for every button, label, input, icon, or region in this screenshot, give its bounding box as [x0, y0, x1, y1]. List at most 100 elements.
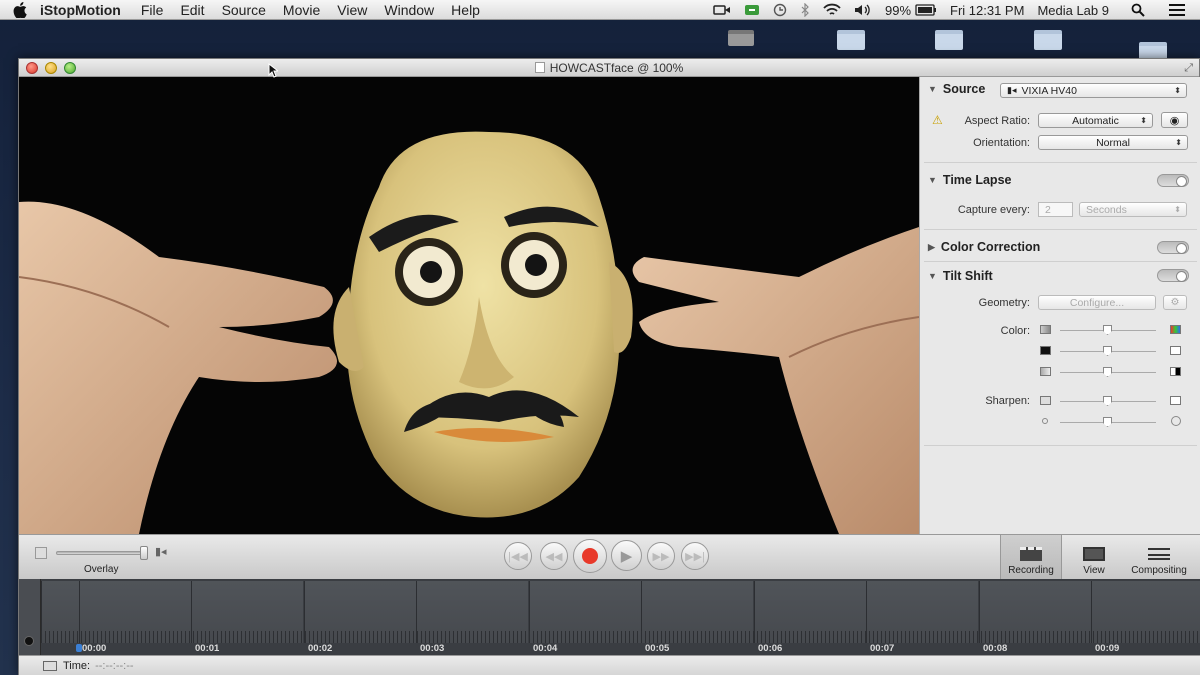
- disclosure-open-icon[interactable]: ▼: [928, 175, 937, 185]
- tilt-shift-section-header[interactable]: ▼ Tilt Shift: [928, 269, 993, 283]
- aspect-ratio-popup[interactable]: Automatic ⬍: [1038, 113, 1153, 128]
- capture-interval-field[interactable]: 2: [1038, 202, 1073, 217]
- menu-view[interactable]: View: [337, 2, 367, 18]
- record-button[interactable]: [573, 539, 607, 573]
- menu-edit[interactable]: Edit: [180, 2, 204, 18]
- tab-recording-label: Recording: [1008, 565, 1054, 576]
- light-swatch-icon: [1170, 346, 1181, 355]
- go-to-end-button[interactable]: ▶▶|: [681, 542, 709, 570]
- timeline-tick-label: 00:01: [195, 643, 220, 654]
- popup-arrows-icon: ⬍: [1174, 205, 1181, 214]
- minimize-button[interactable]: [45, 62, 57, 74]
- eye-icon: ◉: [1169, 114, 1180, 127]
- desktop-folder-icon[interactable]: [935, 30, 963, 50]
- tab-compositing-label: Compositing: [1131, 565, 1187, 576]
- fullscreen-icon[interactable]: ⤢: [1184, 62, 1193, 75]
- divider: [924, 162, 1197, 163]
- control-bar: ▮◂ Overlay |◀◀ ◀◀ ▶ ▶▶ ▶▶| Recording Vie…: [19, 534, 1200, 579]
- capture-unit-value: Seconds: [1086, 203, 1127, 216]
- orientation-popup[interactable]: Normal ⬍: [1038, 135, 1188, 150]
- configure-label: Configure...: [1069, 296, 1125, 309]
- slider-knob[interactable]: [1103, 346, 1112, 356]
- preview-eye-button[interactable]: ◉: [1161, 112, 1188, 128]
- disclosure-open-icon[interactable]: ▼: [928, 271, 937, 281]
- disclosure-open-icon[interactable]: ▼: [928, 84, 937, 94]
- sharpen-slider[interactable]: [1060, 396, 1156, 406]
- contrast-slider[interactable]: [1060, 367, 1156, 377]
- menu-clock[interactable]: Fri 12:31 PM: [950, 3, 1024, 18]
- timeline-tick-label: 00:04: [533, 643, 558, 654]
- battery-icon[interactable]: [915, 4, 937, 16]
- notification-list-icon[interactable]: [1168, 3, 1186, 17]
- play-button[interactable]: ▶: [611, 540, 642, 571]
- geometry-options-button[interactable]: ⚙: [1163, 295, 1187, 310]
- time-lapse-title: Time Lapse: [942, 173, 1012, 187]
- disclosure-closed-icon[interactable]: ▶: [928, 242, 935, 253]
- slider-knob[interactable]: [140, 546, 148, 560]
- timecode-icon: [43, 661, 57, 671]
- timeline-menu-icon[interactable]: [24, 636, 34, 646]
- color-saturation-slider[interactable]: [1060, 325, 1156, 335]
- timeline-tick-label: 00:08: [983, 643, 1008, 654]
- camera-preview[interactable]: [19, 77, 919, 534]
- close-button[interactable]: [26, 62, 38, 74]
- title-bar[interactable]: HOWCASTface @ 100% ⤢: [19, 59, 1199, 77]
- layers-icon: [1148, 548, 1170, 560]
- tab-compositing[interactable]: Compositing: [1124, 535, 1194, 579]
- color-correction-title: Color Correction: [940, 240, 1041, 254]
- time-value: --:--:--:--: [95, 660, 134, 672]
- source-section-header[interactable]: ▼ Source: [928, 82, 985, 96]
- menu-help[interactable]: Help: [451, 2, 480, 18]
- go-to-start-button[interactable]: |◀◀: [504, 542, 532, 570]
- step-back-button[interactable]: ◀◀: [540, 542, 568, 570]
- step-forward-button[interactable]: ▶▶: [647, 542, 675, 570]
- volume-icon[interactable]: [854, 3, 872, 17]
- apple-menu-icon[interactable]: [0, 1, 40, 18]
- geometry-label: Geometry:: [978, 297, 1030, 309]
- color-correction-toggle[interactable]: [1157, 241, 1189, 254]
- overlay-slider[interactable]: [56, 546, 148, 560]
- camera-icon: ▮◂: [1007, 85, 1017, 95]
- sync-status-icon[interactable]: [744, 3, 760, 17]
- popup-arrows-icon: ⬍: [1174, 86, 1181, 95]
- battery-percent[interactable]: 99%: [885, 3, 911, 18]
- preview-image: [19, 77, 919, 534]
- slider-knob[interactable]: [1103, 325, 1112, 335]
- status-bar: Time: --:--:--:--: [19, 655, 1200, 675]
- desktop-drive-icon[interactable]: [728, 30, 754, 46]
- time-machine-icon[interactable]: [773, 3, 787, 17]
- gear-icon: ⚙: [1170, 297, 1180, 308]
- blur-swatch-icon: [1040, 396, 1051, 405]
- bluetooth-icon[interactable]: [800, 3, 810, 17]
- desktop-folder-icon[interactable]: [837, 30, 865, 50]
- time-lapse-section-header[interactable]: ▼ Time Lapse: [928, 173, 1011, 187]
- camera-status-icon[interactable]: [713, 4, 731, 16]
- slider-knob[interactable]: [1103, 396, 1112, 406]
- dark-swatch-icon: [1040, 346, 1051, 355]
- wifi-icon[interactable]: [823, 3, 841, 17]
- menu-window[interactable]: Window: [384, 2, 434, 18]
- brightness-slider[interactable]: [1060, 346, 1156, 356]
- high-contrast-swatch-icon: [1170, 367, 1181, 376]
- menu-movie[interactable]: Movie: [283, 2, 320, 18]
- source-device-popup[interactable]: ▮◂ VIXIA HV40 ⬍: [1000, 83, 1187, 98]
- slider-knob[interactable]: [1103, 417, 1112, 427]
- zoom-button[interactable]: [64, 62, 76, 74]
- blur-radius-slider[interactable]: [1060, 417, 1156, 427]
- desktop-folder-icon[interactable]: [1034, 30, 1062, 50]
- configure-button[interactable]: Configure...: [1038, 295, 1156, 310]
- color-correction-section-header[interactable]: ▶ Color Correction: [928, 240, 1040, 254]
- timeline[interactable]: 00:00 00:01 00:02 00:03 00:04 00:05 00:0…: [19, 579, 1200, 655]
- menu-source[interactable]: Source: [222, 2, 266, 18]
- tab-recording[interactable]: Recording: [1000, 535, 1062, 579]
- user-menu[interactable]: Media Lab 9: [1037, 3, 1109, 18]
- tilt-shift-toggle[interactable]: [1157, 269, 1189, 282]
- slider-knob[interactable]: [1103, 367, 1112, 377]
- record-icon: [582, 548, 598, 564]
- spotlight-search-icon[interactable]: [1131, 3, 1145, 17]
- time-lapse-toggle[interactable]: [1157, 174, 1189, 187]
- capture-unit-popup[interactable]: Seconds ⬍: [1079, 202, 1187, 217]
- menu-file[interactable]: File: [141, 2, 164, 18]
- tab-view[interactable]: View: [1064, 535, 1124, 579]
- app-menu[interactable]: iStopMotion: [40, 2, 121, 18]
